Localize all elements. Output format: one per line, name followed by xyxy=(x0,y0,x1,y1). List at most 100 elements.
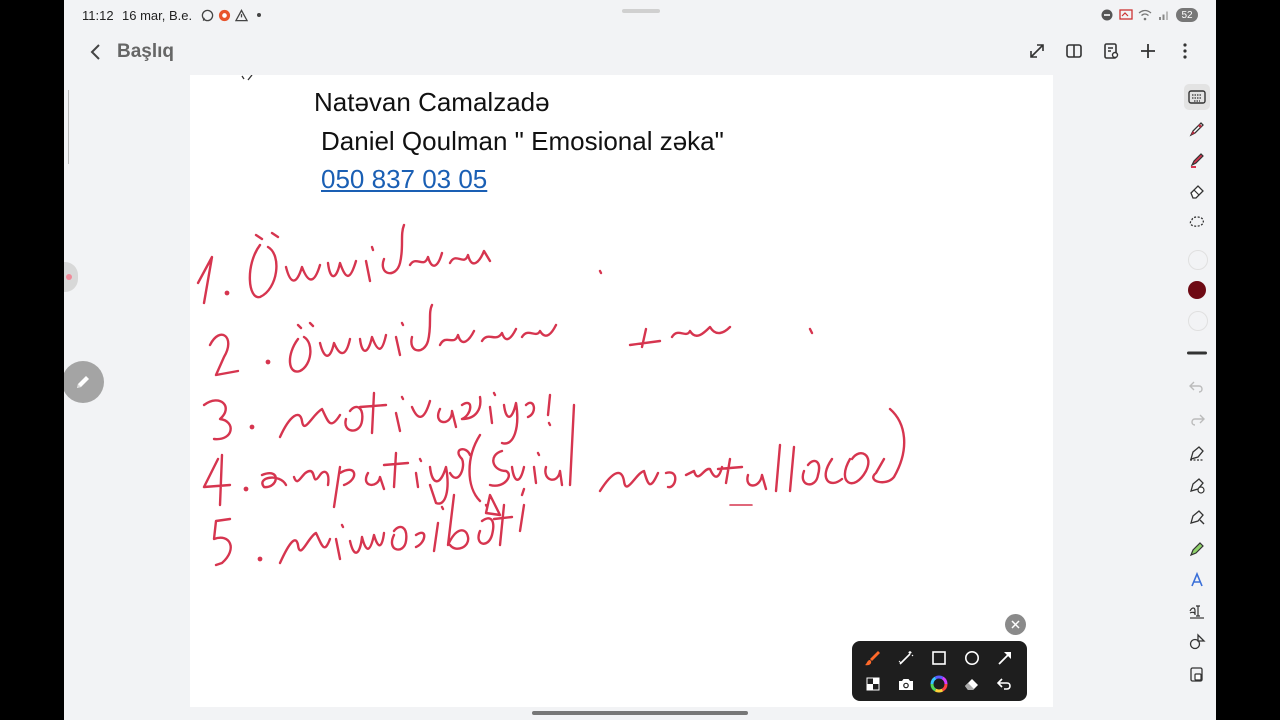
handwriting-line-2 xyxy=(288,303,814,373)
shape-pen-icon xyxy=(1190,446,1204,461)
shape-fill-icon xyxy=(1190,510,1205,525)
back-button[interactable] xyxy=(82,38,110,66)
float-undo-button[interactable] xyxy=(993,672,1017,696)
stroke-width-icon xyxy=(1187,351,1207,355)
undo-icon xyxy=(1189,381,1203,393)
floating-pen-toolbar xyxy=(852,641,1027,701)
shape-fill-tool[interactable] xyxy=(1184,504,1210,530)
handwriting-number-1 xyxy=(196,255,214,305)
redo-icon xyxy=(1191,414,1205,426)
handwriting-line-1 xyxy=(248,223,603,299)
home-indicator[interactable] xyxy=(532,711,748,715)
redo-button[interactable] xyxy=(1184,407,1210,433)
close-icon xyxy=(1011,620,1020,629)
expand-button[interactable] xyxy=(1024,38,1050,64)
right-toolbar xyxy=(1180,84,1214,714)
circle-icon xyxy=(965,651,979,665)
more-notifications-dot xyxy=(257,13,261,17)
add-button[interactable] xyxy=(1135,38,1161,64)
color-swatch-1[interactable] xyxy=(1188,250,1208,270)
book-view-icon xyxy=(1066,44,1082,58)
close-floating-toolbar-button[interactable] xyxy=(1005,614,1026,635)
app-screen: 11:12 16 mar, B.e. 52 Başlıq Natəvan Cam… xyxy=(64,0,1216,720)
more-icon xyxy=(1183,43,1187,59)
shape-recognize-tool[interactable] xyxy=(1184,472,1210,498)
color-picker-button[interactable] xyxy=(927,672,951,696)
chevron-left-icon xyxy=(90,44,100,60)
cast-icon xyxy=(1119,8,1133,22)
eraser-icon xyxy=(1190,185,1204,199)
status-date: 16 mar, B.e. xyxy=(122,8,193,23)
app-notification-icon xyxy=(217,8,231,22)
float-eraser-button[interactable] xyxy=(960,672,984,696)
camera-button[interactable] xyxy=(894,672,918,696)
brush-icon xyxy=(865,651,880,666)
pencil-icon xyxy=(77,376,89,388)
battery-indicator: 52 xyxy=(1176,8,1198,22)
whatsapp-icon xyxy=(200,8,214,22)
text-tool[interactable] xyxy=(1184,598,1210,624)
expand-icon xyxy=(1030,44,1044,58)
magic-pen-icon xyxy=(898,651,914,665)
pattern-icon xyxy=(866,677,880,691)
text-tool-icon xyxy=(1189,605,1204,619)
edit-mode-button[interactable] xyxy=(64,361,104,403)
handwriting-line-3 xyxy=(278,391,552,445)
lasso-tool[interactable] xyxy=(1184,210,1210,236)
shape-pen-tool[interactable] xyxy=(1184,440,1210,466)
lock-tool[interactable] xyxy=(1184,661,1210,687)
top-handle[interactable] xyxy=(622,9,660,13)
undo-icon xyxy=(997,678,1011,690)
keyboard-tool[interactable] xyxy=(1184,84,1210,110)
arrow-button[interactable] xyxy=(993,646,1017,670)
highlighter-icon xyxy=(1190,153,1204,168)
circle-button[interactable] xyxy=(960,646,984,670)
color-wheel-icon xyxy=(930,675,948,693)
add-icon xyxy=(1141,44,1155,58)
page-settings-button[interactable] xyxy=(1098,38,1124,64)
shapes-icon xyxy=(1189,633,1206,650)
rectangle-button[interactable] xyxy=(927,646,951,670)
pattern-button[interactable] xyxy=(861,672,885,696)
handwriting-number-4 xyxy=(202,453,232,507)
handwritten-list xyxy=(196,223,906,567)
marker-tool[interactable] xyxy=(1184,536,1210,562)
page-settings-icon xyxy=(1104,43,1119,59)
color-swatch-3[interactable] xyxy=(1188,311,1208,331)
page-edge-marker xyxy=(64,90,69,164)
magic-pen-button[interactable] xyxy=(894,646,918,670)
warning-icon xyxy=(234,8,248,22)
side-panel-handle[interactable] xyxy=(64,262,78,292)
eraser-icon xyxy=(965,679,978,690)
app-header: Başlıq xyxy=(64,32,1216,72)
more-button[interactable] xyxy=(1172,38,1198,64)
pen-tool[interactable] xyxy=(1184,116,1210,142)
handwriting-line-5 xyxy=(278,487,526,565)
handwriting-number-5 xyxy=(212,517,232,567)
signal-icon xyxy=(1157,8,1171,22)
status-bar: 11:12 16 mar, B.e. 52 xyxy=(64,0,1216,32)
pen-icon xyxy=(1189,122,1204,137)
keyboard-icon xyxy=(1188,90,1206,104)
undo-button[interactable] xyxy=(1184,374,1210,400)
note-title[interactable]: Başlıq xyxy=(117,41,174,63)
book-view-button[interactable] xyxy=(1061,38,1087,64)
eraser-tool[interactable] xyxy=(1184,178,1210,204)
wifi-icon xyxy=(1138,8,1152,22)
rectangle-icon xyxy=(932,651,946,665)
shape-recognize-icon xyxy=(1190,478,1205,494)
shapes-tool[interactable] xyxy=(1184,629,1210,655)
camera-icon xyxy=(899,679,913,690)
note-page[interactable]: Natəvan Camalzadə Daniel Qoulman " Emosi… xyxy=(190,75,1053,707)
marker-icon xyxy=(1189,542,1204,557)
stroke-width-tool[interactable] xyxy=(1184,340,1210,366)
handwriting-number-2 xyxy=(208,333,240,377)
text-style-tool[interactable] xyxy=(1184,567,1210,593)
status-time: 11:12 xyxy=(82,8,114,23)
highlighter-tool[interactable] xyxy=(1184,147,1210,173)
lock-icon xyxy=(1190,667,1203,682)
arrow-icon xyxy=(998,652,1011,665)
handwriting-number-3 xyxy=(202,399,232,441)
color-swatch-2[interactable] xyxy=(1188,281,1206,299)
brush-button[interactable] xyxy=(861,646,885,670)
